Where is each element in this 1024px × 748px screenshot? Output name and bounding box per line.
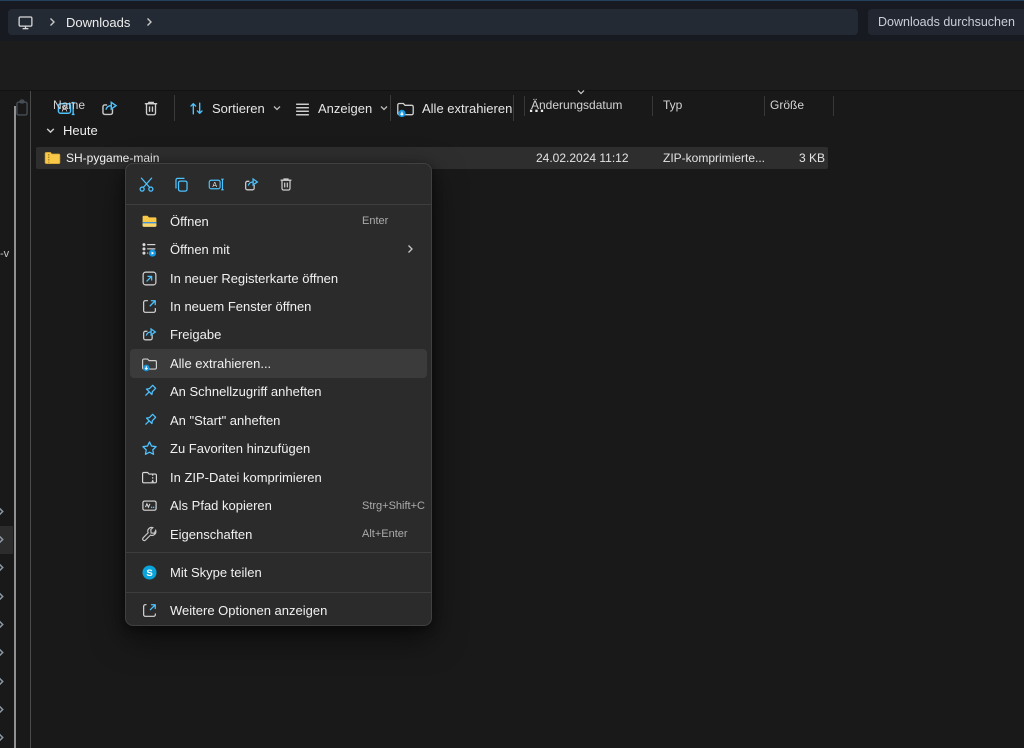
sort-label: Sortieren [212,101,265,116]
copy-button[interactable] [167,171,195,197]
context-menu-quick-actions: A [126,164,431,204]
file-date: 24.02.2024 11:12 [536,151,629,165]
sort-direction-chevron-icon [576,88,586,96]
context-menu: A [125,163,432,626]
column-separator[interactable] [833,96,834,116]
extract-folder-icon [141,355,158,372]
nav-scrollbar[interactable] [14,106,16,748]
menu-divider [126,552,431,553]
group-header-today[interactable]: Heute [38,123,98,138]
column-header-date[interactable]: Änderungsdatum [531,98,622,112]
show-more-icon [141,602,158,619]
pin-icon [141,383,158,400]
menu-item-add-favorites[interactable]: Zu Favoriten hinzufügen [130,435,427,463]
menu-item-compress-zip[interactable]: In ZIP-Datei komprimieren [130,463,427,491]
pane-splitter[interactable] [30,91,31,748]
zip-compress-icon [141,469,158,486]
zip-folder-icon [44,150,61,166]
column-header-name[interactable]: Name [53,98,85,112]
pin-icon [141,412,158,429]
sort-button[interactable]: Sortieren [188,94,282,122]
view-button[interactable]: Anzeigen [294,94,389,122]
menu-item-open[interactable]: Öffnen Enter [130,207,427,235]
breadcrumb-chevron-icon[interactable] [47,17,57,27]
paste-button[interactable] [8,94,36,122]
submenu-chevron-icon [405,244,415,254]
command-toolbar: A [0,41,1024,91]
delete-button[interactable] [272,171,300,197]
open-with-icon [141,241,158,258]
tree-expand-chevron-icon[interactable] [0,647,6,658]
group-collapse-chevron-icon[interactable] [45,125,56,136]
copy-path-icon [141,497,158,514]
column-separator[interactable] [652,96,653,116]
tree-expand-chevron-icon[interactable] [0,562,6,573]
shortcut-label: Alt+Enter [362,528,408,540]
group-label: Heute [63,123,98,138]
trash-icon [142,99,160,117]
svg-text:S: S [146,568,152,579]
breadcrumb-chevron-icon[interactable] [144,17,154,27]
extract-all-label: Alle extrahieren [422,101,512,116]
address-bar[interactable]: Downloads [8,9,858,35]
menu-item-share[interactable]: Freigabe [130,321,427,349]
share-button[interactable] [237,171,265,197]
toolbar-separator [174,95,175,121]
share-button[interactable] [95,94,123,122]
column-header-type[interactable]: Typ [663,98,682,112]
column-header-size[interactable]: Größe [770,98,804,112]
svg-text:A: A [212,182,217,189]
menu-item-extract-all[interactable]: Alle extrahieren... [130,349,427,377]
search-placeholder: Downloads durchsuchen [878,15,1015,29]
tree-expand-chevron-icon[interactable] [0,619,6,630]
menu-divider [126,592,431,593]
star-icon [141,440,158,457]
tree-expand-chevron-icon[interactable] [0,676,6,687]
title-address-bar: Downloads Downloads durchsuchen [0,0,1024,41]
breadcrumb-downloads[interactable]: Downloads [66,15,130,30]
share-icon [100,99,119,118]
view-label: Anzeigen [318,101,372,116]
skype-icon: S [141,564,158,581]
this-pc-icon [17,14,34,31]
file-explorer-window: Downloads Downloads durchsuchen [0,0,1024,748]
delete-button[interactable] [137,94,165,122]
shortcut-label: Enter [362,215,388,227]
view-list-icon [294,100,311,117]
file-size: 3 KB [735,151,825,165]
menu-item-share-skype[interactable]: S Mit Skype teilen [130,557,427,588]
wrench-icon [141,526,158,543]
shortcut-label: Strg+Shift+C [362,500,425,512]
tree-expand-chevron-icon[interactable] [0,506,6,517]
tree-expand-chevron-icon[interactable] [0,732,6,743]
menu-item-open-new-tab[interactable]: In neuer Registerkarte öffnen [130,264,427,292]
menu-item-pin-quick-access[interactable]: An Schnellzugriff anheften [130,378,427,406]
menu-item-properties[interactable]: Eigenschaften Alt+Enter [130,520,427,548]
tree-expand-chevron-icon[interactable] [0,534,6,545]
share-icon [141,326,158,343]
new-tab-icon [141,270,158,287]
sort-icon [188,100,205,117]
column-separator[interactable] [764,96,765,116]
tree-expand-chevron-icon[interactable] [0,591,6,602]
rename-button[interactable]: A [202,171,230,197]
new-window-icon [141,298,158,315]
tree-expand-chevron-icon[interactable] [0,704,6,715]
chevron-down-icon [379,103,389,113]
extract-folder-icon [396,99,415,118]
chevron-down-icon [272,103,282,113]
extract-all-button[interactable]: Alle extrahieren [396,94,519,122]
menu-item-pin-start[interactable]: An "Start" anheften [130,406,427,434]
column-separator[interactable] [524,96,525,116]
toolbar-separator [390,95,391,121]
search-input[interactable]: Downloads durchsuchen [868,9,1024,35]
toolbar-separator [513,95,514,121]
open-folder-icon [141,213,158,230]
menu-item-open-new-window[interactable]: In neuem Fenster öffnen [130,292,427,320]
nav-item-fragment: -v [0,248,9,260]
menu-item-open-with[interactable]: Öffnen mit [130,235,427,263]
menu-item-show-more-options[interactable]: Weitere Optionen anzeigen [130,596,427,625]
menu-item-copy-as-path[interactable]: Als Pfad kopieren Strg+Shift+C [130,491,427,519]
cut-button[interactable] [132,171,160,197]
